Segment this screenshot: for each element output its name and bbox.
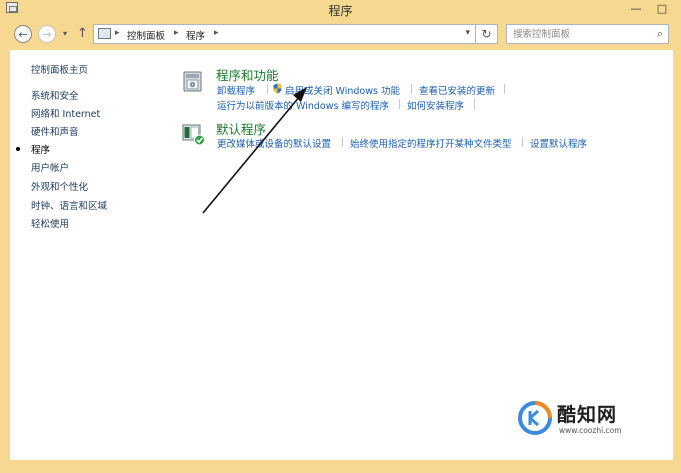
coozhi-logo-icon (518, 401, 552, 435)
watermark-url: www.coozhi.com (559, 426, 622, 435)
watermark: 酷知网 www.coozhi.com (517, 398, 667, 442)
explorer-window: 程序 — □ ← → ▾ ↑ ▸ 控制面板 ▸ 程序 ▸ ▾ ↻ ⌕ 控制面板主… (0, 0, 681, 473)
watermark-brand: 酷知网 (557, 404, 618, 426)
